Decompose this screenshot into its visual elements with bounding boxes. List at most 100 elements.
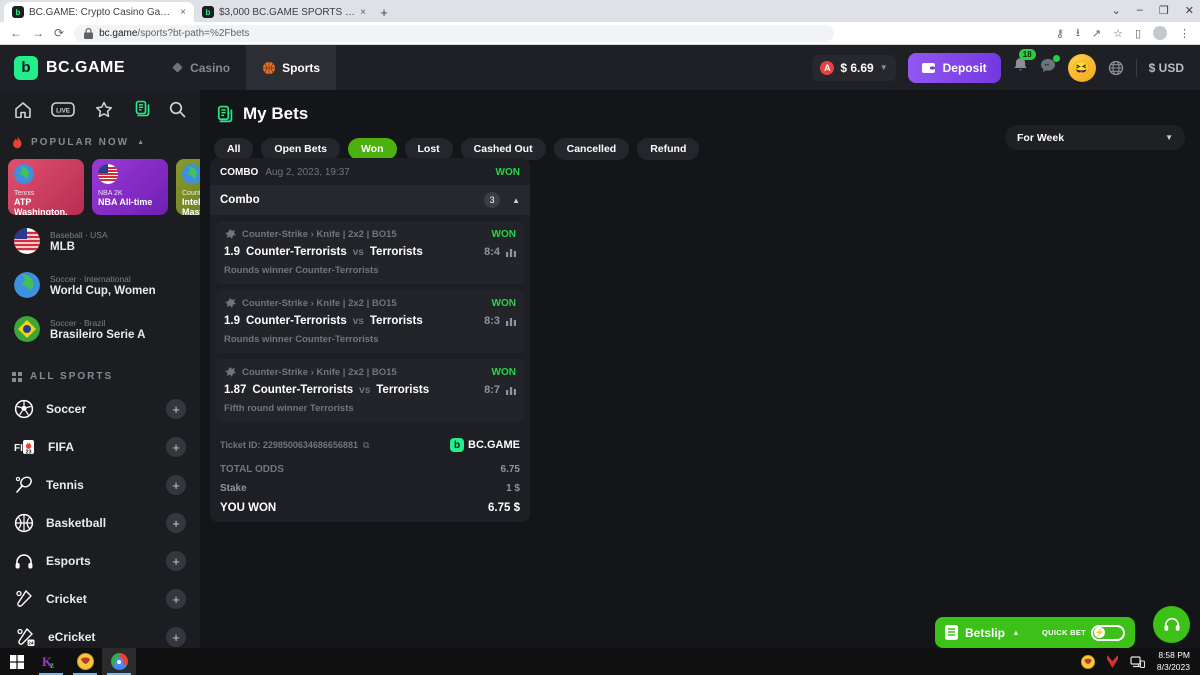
filter-cancelled[interactable]: Cancelled bbox=[554, 138, 630, 160]
bet-leg[interactable]: Counter-Strike › Knife | 2x2 | BO15 WON … bbox=[216, 221, 524, 284]
taskbar-clock[interactable]: 8:58 PM 8/3/2023 bbox=[1157, 650, 1190, 672]
collapse-chevron-icon[interactable]: ▲ bbox=[512, 196, 520, 205]
expand-plus-icon[interactable]: + bbox=[166, 475, 186, 495]
window-restore-icon[interactable]: ❐ bbox=[1159, 4, 1169, 17]
favorites-star-icon[interactable] bbox=[95, 101, 113, 118]
refresh-icon[interactable]: ⟳ bbox=[54, 26, 64, 40]
bcgame-favicon: b bbox=[12, 6, 24, 18]
address-bar[interactable]: bc.game/sports?bt-path=%2Fbets bbox=[74, 25, 834, 42]
total-odds-row: TOTAL ODDS 6.75 bbox=[210, 460, 530, 479]
filter-won[interactable]: Won bbox=[348, 138, 397, 160]
tray-red-icon[interactable] bbox=[1107, 655, 1118, 668]
bet-leg[interactable]: Counter-Strike › Knife | 2x2 | BO15 WON … bbox=[216, 359, 524, 422]
sidebar-item-esports[interactable]: Esports + bbox=[0, 542, 200, 580]
support-button[interactable] bbox=[1153, 606, 1190, 643]
notification-count-badge: 18 bbox=[1019, 49, 1036, 60]
nav-tab-sports[interactable]: Sports bbox=[246, 45, 336, 90]
taskbar-app-kz[interactable]: Kz bbox=[34, 648, 68, 675]
card-title: Intel Extreme Masters bbox=[182, 197, 200, 215]
popular-card-nba[interactable]: NBA 2K NBA All-time bbox=[92, 159, 168, 215]
window-menu-icon[interactable]: ⌄ bbox=[1112, 4, 1121, 17]
period-dropdown[interactable]: For Week ▼ bbox=[1005, 125, 1185, 150]
expand-plus-icon[interactable]: + bbox=[166, 399, 186, 419]
deposit-button[interactable]: Deposit bbox=[908, 53, 1001, 83]
window-close-icon[interactable]: ✕ bbox=[1185, 4, 1194, 17]
forward-icon[interactable]: → bbox=[32, 26, 44, 40]
sidebar-item-basketball[interactable]: Basketball + bbox=[0, 504, 200, 542]
bet-date: Aug 2, 2023, 19:37 bbox=[265, 167, 350, 178]
quick-bet-toggle[interactable]: QUICK BET ⚡ bbox=[1042, 625, 1125, 641]
filter-cashed-out[interactable]: Cashed Out bbox=[461, 138, 546, 160]
password-key-icon[interactable]: ⚷ bbox=[1056, 27, 1064, 40]
popular-card-csgo[interactable]: Counter-Strike Intel Extreme Masters bbox=[176, 159, 200, 215]
bet-leg[interactable]: Counter-Strike › Knife | 2x2 | BO15 WON … bbox=[216, 290, 524, 353]
browser-profile-avatar[interactable] bbox=[1153, 26, 1167, 40]
bcgame-logo[interactable]: b BC.GAME bbox=[14, 56, 125, 80]
taskbar-app-chrome[interactable] bbox=[102, 648, 136, 675]
combo-collapse-row[interactable]: Combo 3 ▲ bbox=[210, 185, 530, 215]
tab-close-icon[interactable]: × bbox=[360, 7, 366, 18]
expand-plus-icon[interactable]: + bbox=[166, 589, 186, 609]
popular-now-header[interactable]: POPULAR NOW ▲ bbox=[0, 124, 200, 157]
filter-open-bets[interactable]: Open Bets bbox=[261, 138, 340, 160]
browser-menu-icon[interactable]: ⋮ bbox=[1179, 27, 1190, 40]
sport-label: Cricket bbox=[46, 592, 154, 606]
chat-button[interactable] bbox=[1040, 58, 1056, 78]
new-tab-button[interactable]: + bbox=[374, 2, 394, 22]
my-bets-icon[interactable] bbox=[132, 100, 150, 118]
popular-card-tennis[interactable]: Tennis ATP Washington, USA bbox=[8, 159, 84, 215]
sidepanel-icon[interactable]: ▯ bbox=[1135, 27, 1141, 40]
expand-plus-icon[interactable]: + bbox=[166, 551, 186, 571]
nav-tab-casino[interactable]: Casino bbox=[155, 45, 246, 90]
download-icon[interactable]: ⭳ bbox=[1076, 24, 1080, 43]
bookmark-star-icon[interactable]: ☆ bbox=[1113, 27, 1123, 40]
user-avatar[interactable]: 😆 bbox=[1068, 54, 1096, 82]
expand-plus-icon[interactable]: + bbox=[166, 627, 186, 647]
sidebar-item-ecricket[interactable]: 24 eCricket + bbox=[0, 618, 200, 648]
home-icon[interactable] bbox=[14, 101, 32, 118]
tab-close-icon[interactable]: × bbox=[180, 7, 186, 18]
start-button[interactable] bbox=[0, 648, 34, 675]
betslip-label: Betslip bbox=[965, 626, 1005, 640]
stats-icon[interactable] bbox=[506, 247, 516, 257]
stats-icon[interactable] bbox=[506, 385, 516, 395]
filter-all[interactable]: All bbox=[214, 138, 253, 160]
expand-plus-icon[interactable]: + bbox=[166, 437, 186, 457]
sidebar-item-fifa[interactable]: FI23 FIFA + bbox=[0, 428, 200, 466]
sport-label: eCricket bbox=[48, 630, 154, 644]
taskbar-app-coin[interactable] bbox=[68, 648, 102, 675]
live-icon[interactable]: LIVE bbox=[51, 102, 75, 117]
share-icon[interactable]: ↗ bbox=[1092, 27, 1101, 40]
window-minimize-icon[interactable]: – bbox=[1137, 4, 1143, 16]
all-sports-label: ALL SPORTS bbox=[30, 371, 113, 382]
clock-date: 8/3/2023 bbox=[1157, 662, 1190, 673]
browser-tab-active[interactable]: b BC.GAME: Crypto Casino Games × bbox=[4, 2, 194, 22]
toggle-switch[interactable]: ⚡ bbox=[1091, 625, 1125, 641]
sidebar-item-tennis[interactable]: Tennis + bbox=[0, 466, 200, 504]
search-icon[interactable] bbox=[169, 101, 186, 118]
browser-tab-inactive[interactable]: b $3,000 BC.GAME SPORTS PARLA × bbox=[194, 2, 374, 22]
sidebar-item-cricket[interactable]: Cricket + bbox=[0, 580, 200, 618]
collapse-chevron-icon[interactable]: ▲ bbox=[137, 139, 146, 146]
betslip-bar[interactable]: Betslip ▲ QUICK BET ⚡ bbox=[935, 617, 1135, 648]
featured-mlb[interactable]: Baseball · USA MLB bbox=[0, 219, 200, 263]
leg-odds: 1.9 bbox=[224, 246, 240, 258]
leg-score: 8:4 bbox=[484, 246, 500, 258]
currency-selector[interactable]: $ USD bbox=[1149, 61, 1184, 75]
back-icon[interactable]: ← bbox=[10, 26, 22, 40]
filter-refund[interactable]: Refund bbox=[637, 138, 699, 160]
card-title: ATP Washington, USA bbox=[14, 197, 78, 215]
stats-icon[interactable] bbox=[506, 316, 516, 326]
network-icon[interactable] bbox=[1130, 656, 1145, 668]
sidebar-item-soccer[interactable]: Soccer + bbox=[0, 390, 200, 428]
language-globe-icon[interactable] bbox=[1108, 60, 1124, 76]
expand-plus-icon[interactable]: + bbox=[166, 513, 186, 533]
filter-lost[interactable]: Lost bbox=[405, 138, 453, 160]
wallet-balance[interactable]: A $ 6.69 ▼ bbox=[812, 55, 895, 81]
notifications-button[interactable]: 18 bbox=[1013, 57, 1028, 78]
featured-brasileiro[interactable]: Soccer · Brazil Brasileiro Serie A bbox=[0, 307, 200, 351]
copy-icon[interactable]: ⧉ bbox=[363, 440, 369, 451]
featured-world-cup[interactable]: Soccer · International World Cup, Women bbox=[0, 263, 200, 307]
tray-coin-icon[interactable] bbox=[1081, 655, 1095, 669]
usa-flag-icon bbox=[14, 228, 40, 254]
